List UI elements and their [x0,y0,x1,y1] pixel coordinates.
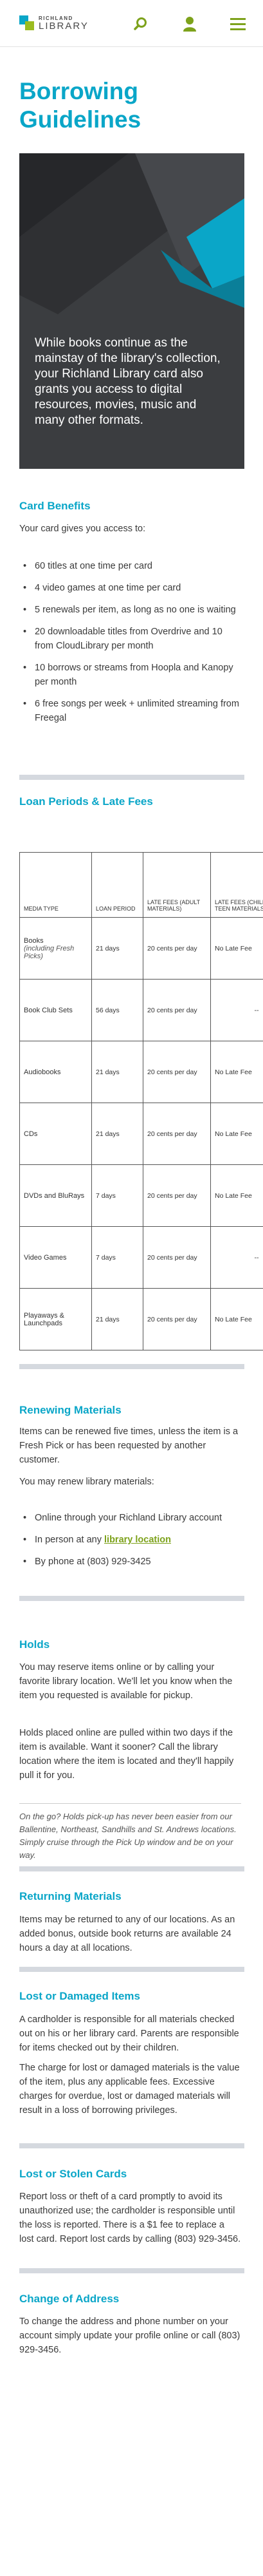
list-item: 6 free songs per week + unlimited stream… [19,697,241,725]
list-item: By phone at (803) 929-3425 [19,1555,241,1569]
holds-text-2: Holds placed online are pulled within tw… [19,1728,234,1781]
section-divider [19,775,244,780]
table-row: CDs 21 days 20 cents per day No Late Fee [19,1103,263,1165]
section-divider [19,2268,244,2273]
table-row: Books (including Fresh Picks) 21 days 20 … [19,917,263,980]
table-header-child-fees: LATE FEES (CHILDREN AND TEEN MATERIALS) [210,852,263,918]
table-header-adult-fees: LATE FEES (ADULT MATERIALS) [143,852,211,918]
table-row: Playaways & Launchpads 21 days 20 cents … [19,1288,263,1350]
card-benefits-intro: Your card gives you access to: [19,524,146,534]
list-item: 5 renewals per item, as long as no one i… [19,603,241,617]
search-icon[interactable] [131,14,150,33]
card-benefits-list: 60 titles at one time per card 4 video g… [19,559,241,733]
site-header: RICHLAND LIBRARY [0,0,263,47]
list-item: 60 titles at one time per card [19,559,241,573]
page-title: Borrowing Guidelines [19,78,141,133]
change-address-title: Change of Address [19,2293,120,2305]
renewal-methods-list: Online through your Richland Library acc… [19,1511,241,1577]
table-header-media-type: MEDIA TYPE [19,852,92,918]
section-divider [19,1866,244,1871]
list-item: In person at any library location [19,1533,241,1547]
renewing-methods-intro: You may renew library materials: [19,1477,154,1487]
lost-items-title: Lost or Damaged Items [19,1990,140,2002]
holds-title: Holds [19,1638,50,1651]
section-divider [19,1364,244,1369]
returning-text: Items may be returned to any of our loca… [19,1915,235,1953]
card-benefits-title: Card Benefits [19,500,91,512]
lost-items-text-1: A cardholder is responsible for all mate… [19,2014,239,2053]
table-header-loan-period: LOAN PERIOD [91,852,143,918]
user-icon[interactable] [180,14,199,33]
list-item: 20 downloadable titles from Overdrive an… [19,625,241,653]
loan-periods-table: MEDIA TYPE LOAN PERIOD LATE FEES (ADULT … [19,852,263,1350]
lost-items-text-2: The charge for lost or damaged materials… [19,2063,240,2116]
table-row: Audiobooks 21 days 20 cents per day No L… [19,1041,263,1103]
richland-library-logo[interactable]: RICHLAND LIBRARY [19,15,89,31]
section-divider [19,1596,244,1601]
table-row: Video Games 7 days 20 cents per day -- [19,1226,263,1289]
table-row: DVDs and BluRays 7 days 20 cents per day… [19,1164,263,1227]
change-address-text: To change the address and phone number o… [19,2316,240,2355]
lost-cards-text: Report loss or theft of a card promptly … [19,2192,241,2244]
logo-mark [19,15,35,31]
loan-table-scroll[interactable]: MEDIA TYPE LOAN PERIOD LATE FEES (ADULT … [19,852,263,1350]
renewing-text: Items can be renewed five times, unless … [19,1426,239,1465]
table-row: Book Club Sets 56 days 20 cents per day … [19,979,263,1041]
lost-cards-title: Lost or Stolen Cards [19,2168,127,2180]
hero-banner: While books continue as the mainstay of … [19,153,244,469]
holds-text-1: You may reserve items online or by calli… [19,1662,233,1701]
holds-note: On the go? Holds pick-up has never been … [19,1803,241,1869]
logo-line-2: LIBRARY [39,20,89,32]
list-item: Online through your Richland Library acc… [19,1511,241,1525]
renewing-title: Renewing Materials [19,1404,122,1416]
section-divider [19,1967,244,1972]
list-item: 10 borrows or streams from Hoopla and Ka… [19,661,241,689]
section-divider [19,2143,244,2148]
list-item: 4 video games at one time per card [19,581,241,595]
hero-text: While books continue as the mainstay of … [35,336,221,427]
loan-periods-title: Loan Periods & Late Fees [19,795,153,808]
returning-title: Returning Materials [19,1890,122,1902]
library-location-link[interactable]: library location [104,1535,171,1545]
menu-icon[interactable] [228,14,248,33]
